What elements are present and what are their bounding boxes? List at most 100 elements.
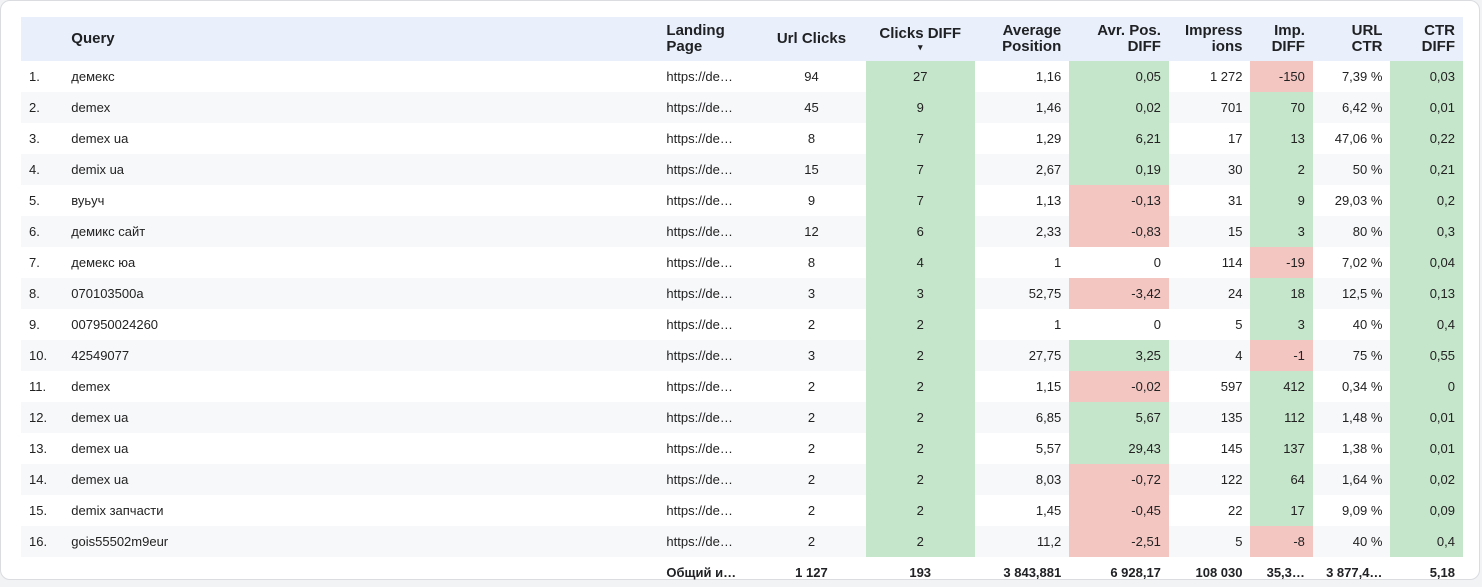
landing-page-cell[interactable]: https://de…: [658, 92, 757, 123]
landing-page-cell[interactable]: https://de…: [658, 123, 757, 154]
col-header-clicks-diff[interactable]: Clicks DIFF ▾: [866, 17, 975, 61]
table-row[interactable]: 6. демикс сайт https://de… 12 6 2,33 -0,83 15 3 8…: [21, 216, 1463, 247]
url-ctr-cell: 7,02 %: [1341, 255, 1383, 270]
table-row[interactable]: 14. demex ua https://de… 2 2 8,03 -0,72 122 64 1,…: [21, 464, 1463, 495]
landing-page-cell[interactable]: https://de…: [658, 247, 757, 278]
url-clicks-cell: 2: [807, 534, 816, 549]
impressions-cell: 122: [1220, 472, 1243, 487]
impressions-cell: 135: [1220, 410, 1243, 425]
table-row[interactable]: 8. 070103500a https://de… 3 3 52,75 -3,42 24 18 1…: [21, 278, 1463, 309]
query-cell: demex ua: [71, 441, 129, 456]
clicks-diff-cell: 2: [865, 495, 975, 526]
col-header-impressions[interactable]: Impress ions: [1169, 17, 1251, 61]
imp-diff-cell: -19: [1250, 247, 1313, 278]
table-row[interactable]: 3. demex ua https://de… 8 7 1,29 6,21 17 13 47,06…: [21, 123, 1463, 154]
query-cell: demex ua: [71, 131, 129, 146]
landing-page-cell[interactable]: https://de…: [658, 340, 757, 371]
ctr-diff-cell: 0,09: [1390, 495, 1463, 526]
table-row[interactable]: 16. gois55502m9eur https://de… 2 2 11,2 -2,51 5…: [21, 526, 1463, 557]
query-cell: 007950024260: [71, 317, 159, 332]
query-cell: демекс юа: [71, 255, 136, 270]
col-header-average-position[interactable]: Average Position: [975, 17, 1070, 61]
impressions-cell: 1 272: [1209, 69, 1243, 84]
col-header-url-clicks[interactable]: Url Clicks: [757, 17, 866, 61]
landing-page-cell[interactable]: https://de…: [658, 526, 757, 557]
table-row[interactable]: 12. demex ua https://de… 2 2 6,85 5,67 135 112 1,…: [21, 402, 1463, 433]
table-row[interactable]: 5. вуьуч https://de… 9 7 1,13 -0,13 31 9 29,03 % 0…: [21, 185, 1463, 216]
totals-spacer: [63, 557, 658, 587]
clicks-diff-cell: 2: [865, 371, 975, 402]
totals-url-clicks: 1 127: [795, 564, 828, 580]
landing-page-cell[interactable]: https://de…: [658, 61, 757, 92]
col-header-ctr-diff[interactable]: CTR DIFF: [1390, 17, 1463, 61]
col-header-url-ctr[interactable]: URL CTR: [1313, 17, 1391, 61]
average-position-cell: 1,16: [1035, 69, 1062, 84]
clicks-diff-cell: 2: [865, 402, 975, 433]
url-ctr-cell: 40 %: [1352, 534, 1383, 549]
landing-page-cell[interactable]: https://de…: [658, 154, 757, 185]
table-row[interactable]: 13. demex ua https://de… 2 2 5,57 29,43 145 137 1…: [21, 433, 1463, 464]
impressions-cell: 31: [1228, 193, 1243, 208]
landing-page-cell[interactable]: https://de…: [658, 185, 757, 216]
landing-page-cell[interactable]: https://de…: [658, 402, 757, 433]
row-number: 6.: [29, 224, 40, 239]
average-position-cell: 1,46: [1035, 100, 1062, 115]
url-ctr-cell: 7,39 %: [1341, 69, 1383, 84]
row-number-header: [21, 17, 63, 61]
avg-pos-diff-cell: 6,21: [1069, 123, 1169, 154]
totals-imp-diff: 35,3…: [1266, 564, 1305, 580]
landing-page-cell[interactable]: https://de…: [658, 278, 757, 309]
table-row[interactable]: 11. demex https://de… 2 2 1,15 -0,02 597 412 0,34…: [21, 371, 1463, 402]
col-header-landing-page[interactable]: Landing Page: [658, 17, 757, 61]
url-ctr-cell: 1,64 %: [1341, 472, 1383, 487]
url-ctr-cell: 50 %: [1352, 162, 1383, 177]
table-row[interactable]: 9. 007950024260 https://de… 2 2 1 0 5 3 40 % 0,4: [21, 309, 1463, 340]
table-header-row: Query Landing Page Url Clicks Clicks DIF…: [21, 17, 1463, 61]
table-row[interactable]: 10. 42549077 https://de… 3 2 27,75 3,25 4 -1 75 %…: [21, 340, 1463, 371]
totals-row: Общий и… 1 127 193 3 843,881 6 928,17 10…: [21, 557, 1463, 587]
query-cell: demex ua: [71, 472, 129, 487]
landing-page-cell[interactable]: https://de…: [658, 309, 757, 340]
url-clicks-cell: 8: [807, 131, 816, 146]
landing-page-cell[interactable]: https://de…: [658, 433, 757, 464]
landing-page-cell[interactable]: https://de…: [658, 216, 757, 247]
row-number: 12.: [29, 410, 48, 425]
table-row[interactable]: 15. demix запчасти https://de… 2 2 1,45 -0,45 2…: [21, 495, 1463, 526]
avg-pos-diff-cell: 5,67: [1069, 402, 1169, 433]
landing-page-cell[interactable]: https://de…: [658, 371, 757, 402]
landing-page-cell[interactable]: https://de…: [658, 464, 757, 495]
url-clicks-cell: 15: [804, 162, 819, 177]
query-cell: demex: [71, 100, 111, 115]
clicks-diff-cell: 2: [865, 433, 975, 464]
row-number: 4.: [29, 162, 40, 177]
url-ctr-cell: 40 %: [1352, 317, 1383, 332]
url-clicks-cell: 2: [807, 503, 816, 518]
clicks-diff-cell: 7: [865, 123, 975, 154]
table-row[interactable]: 4. demix ua https://de… 15 7 2,67 0,19 30 2 50 % 0…: [21, 154, 1463, 185]
totals-label: Общий и…: [666, 564, 737, 580]
col-header-query[interactable]: Query: [63, 17, 658, 61]
ctr-diff-cell: 0,13: [1390, 278, 1463, 309]
ctr-diff-cell: 0,21: [1390, 154, 1463, 185]
sort-descending-icon: ▾: [917, 42, 923, 52]
avg-pos-diff-cell: 0,05: [1069, 61, 1169, 92]
imp-diff-cell: -150: [1250, 61, 1313, 92]
query-cell: demex: [71, 379, 111, 394]
col-header-imp-diff[interactable]: Imp. DIFF: [1250, 17, 1312, 61]
totals-ctr-diff: 5,18: [1429, 564, 1455, 580]
url-clicks-cell: 3: [807, 286, 816, 301]
imp-diff-cell: 3: [1250, 216, 1313, 247]
avg-pos-diff-cell: -0,45: [1069, 495, 1169, 526]
report-table-card: Query Landing Page Url Clicks Clicks DIF…: [0, 0, 1480, 580]
table-row[interactable]: 1. демекс https://de… 94 27 1,16 0,05 1 272 -150…: [21, 61, 1463, 92]
col-header-avg-pos-diff[interactable]: Avr. Pos. DIFF: [1069, 17, 1169, 61]
landing-page-cell[interactable]: https://de…: [658, 495, 757, 526]
row-number: 2.: [29, 100, 40, 115]
clicks-diff-cell: 9: [865, 92, 975, 123]
table-row[interactable]: 2. demex https://de… 45 9 1,46 0,02 701 70 6,42 %…: [21, 92, 1463, 123]
imp-diff-cell: 70: [1250, 92, 1313, 123]
clicks-diff-cell: 7: [865, 185, 975, 216]
impressions-cell: 17: [1228, 131, 1243, 146]
url-clicks-cell: 45: [804, 100, 819, 115]
table-row[interactable]: 7. демекс юа https://de… 8 4 1 0 114 -19 7,02 % 0,…: [21, 247, 1463, 278]
